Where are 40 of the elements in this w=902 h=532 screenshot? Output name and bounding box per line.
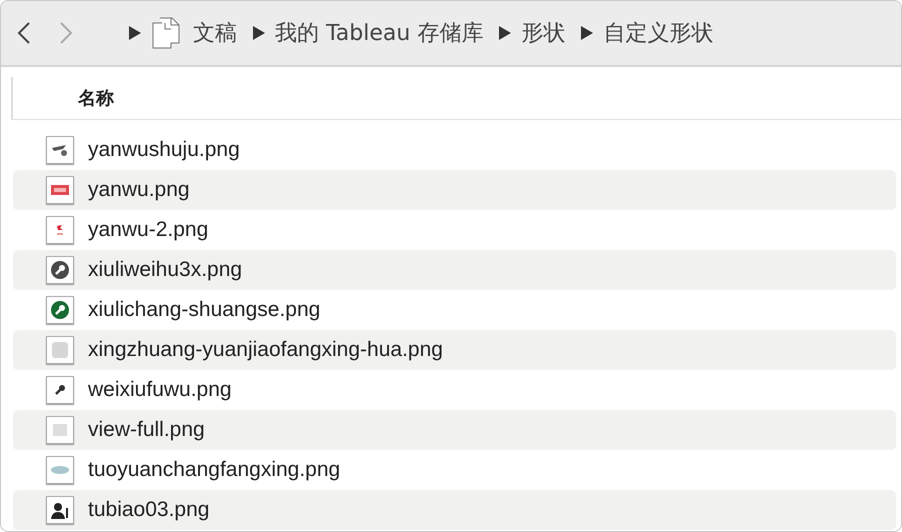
column-header[interactable]: 名称 (78, 86, 114, 110)
separator-arrow-icon (499, 26, 512, 40)
file-row[interactable]: xingzhuang-yuanjiaofangxing-hua.png (13, 330, 896, 370)
file-row[interactable]: yanwushuju.png (13, 130, 896, 170)
file-thumbnail-icon (46, 296, 74, 324)
breadcrumb-item[interactable]: 形状 (521, 18, 566, 48)
file-thumbnail-icon (46, 256, 74, 284)
file-row[interactable]: xiuliweihu3x.png (13, 250, 896, 290)
file-name: tubiao03.png (88, 498, 210, 522)
file-name: xiuliweihu3x.png (88, 258, 242, 282)
file-row[interactable]: xiulichang-shuangse.png (13, 290, 896, 330)
file-row[interactable]: yanwu.png (13, 170, 896, 210)
file-thumbnail-icon (46, 176, 74, 204)
file-row[interactable]: tuoyuanchangfangxing.png (13, 450, 896, 490)
file-thumbnail-icon (46, 336, 74, 364)
file-row[interactable]: yanwu-2.png (13, 210, 896, 250)
file-row[interactable]: tubiao03.png (13, 490, 896, 530)
file-thumbnail-icon (46, 376, 74, 404)
file-name: yanwu-2.png (88, 218, 208, 242)
separator-arrow-icon (581, 26, 594, 40)
separator-arrow-icon (129, 26, 141, 40)
breadcrumb-item[interactable]: 我的 Tableau 存储库 (275, 18, 484, 48)
file-name: yanwu.png (88, 178, 190, 202)
file-thumbnail-icon (46, 136, 74, 164)
documents-icon (151, 17, 181, 49)
file-name: weixiufuwu.png (88, 378, 232, 402)
breadcrumb-item[interactable]: 自定义形状 (603, 18, 714, 48)
file-name: xingzhuang-yuanjiaofangxing-hua.png (88, 338, 443, 362)
file-name: xiulichang-shuangse.png (88, 298, 320, 322)
file-name: tuoyuanchangfangxing.png (88, 458, 340, 482)
file-thumbnail-icon (46, 496, 74, 524)
separator-arrow-icon (253, 26, 265, 40)
file-row[interactable]: view-full.png (13, 410, 896, 450)
file-thumbnail-icon (46, 456, 74, 484)
file-thumbnail-icon (46, 216, 74, 244)
file-thumbnail-icon (46, 416, 74, 444)
file-name: yanwushuju.png (88, 138, 240, 162)
file-name: view-full.png (88, 418, 205, 442)
breadcrumb-item[interactable]: 文稿 (193, 18, 237, 48)
file-row[interactable]: weixiufuwu.png (13, 370, 896, 410)
